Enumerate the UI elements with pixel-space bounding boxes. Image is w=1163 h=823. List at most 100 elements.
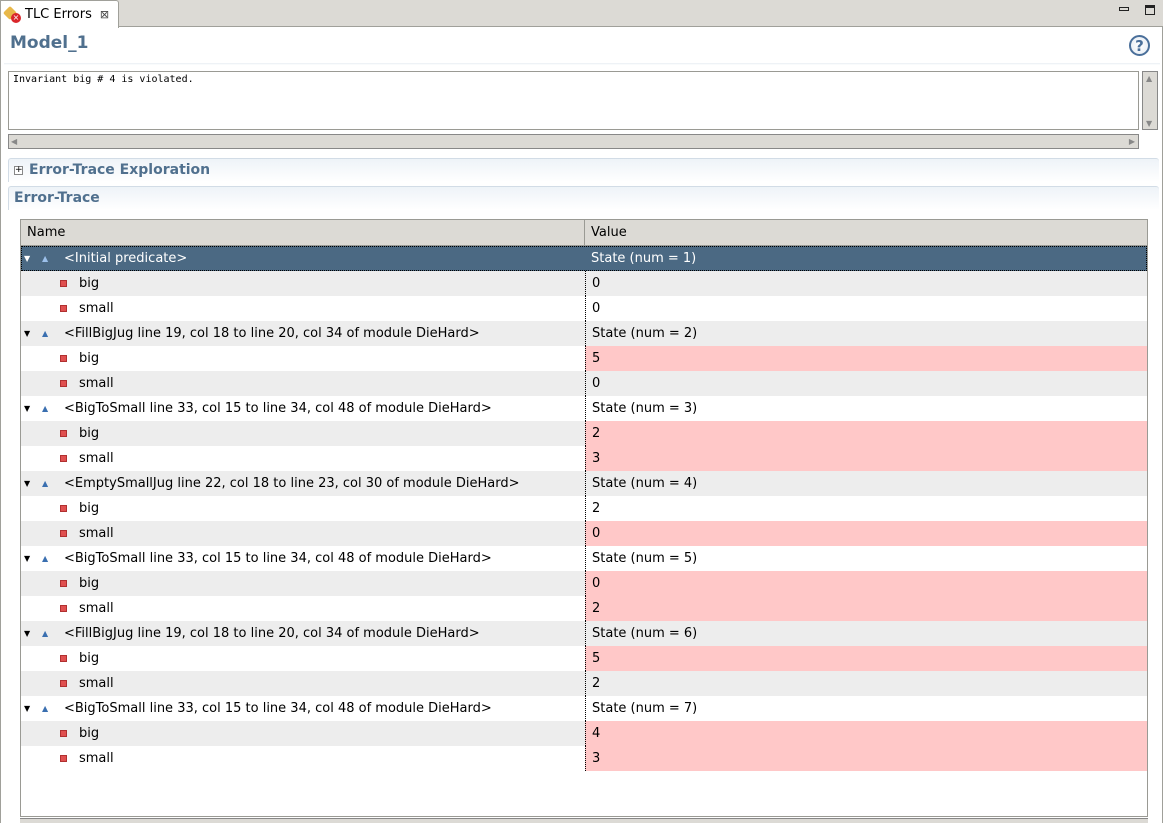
table-header: Name Value xyxy=(21,220,1147,246)
expand-triangle-icon[interactable]: ▼ xyxy=(24,546,30,571)
state-value: State (num = 3) xyxy=(585,396,1147,421)
vertical-scrollbar[interactable]: ▲ ▼ xyxy=(1142,71,1158,130)
variable-icon xyxy=(60,455,67,462)
variable-row[interactable]: big 2 xyxy=(21,496,1147,521)
state-row[interactable]: ▼ ▲ <FillBigJug line 19, col 18 to line 20… xyxy=(21,621,1147,646)
variable-icon xyxy=(60,280,67,287)
variable-value: 0 xyxy=(585,296,1147,321)
variable-row[interactable]: big 4 xyxy=(21,721,1147,746)
state-value: State (num = 2) xyxy=(585,321,1147,346)
variable-name: small xyxy=(79,376,114,391)
variable-value: 0 xyxy=(585,571,1147,596)
tab-tlc-errors[interactable]: × TLC Errors ⊠ xyxy=(0,0,119,28)
variable-row[interactable]: small 0 xyxy=(21,296,1147,321)
variable-name: small xyxy=(79,451,114,466)
section-title: Error-Trace xyxy=(14,190,100,206)
state-value: State (num = 6) xyxy=(585,621,1147,646)
expand-triangle-icon[interactable]: ▼ xyxy=(24,471,30,496)
state-icon: ▲ xyxy=(42,479,49,488)
scroll-up-icon[interactable]: ▲ xyxy=(1146,74,1152,83)
variable-name: big xyxy=(79,576,100,591)
variable-row[interactable]: small 0 xyxy=(21,371,1147,396)
variable-value: 2 xyxy=(585,596,1147,621)
state-row[interactable]: ▼ ▲ <BigToSmall line 33, col 15 to line 34… xyxy=(21,546,1147,571)
variable-icon xyxy=(60,355,67,362)
variable-name: small xyxy=(79,676,114,691)
maximize-button[interactable] xyxy=(1145,5,1155,15)
page-title: Model_1 xyxy=(10,33,89,53)
scroll-left-icon[interactable]: ◀ xyxy=(11,137,17,146)
variable-value: 5 xyxy=(585,646,1147,671)
state-name: <BigToSmall line 33, col 15 to line 34, … xyxy=(64,701,492,716)
variable-value: 4 xyxy=(585,721,1147,746)
expand-icon[interactable]: + xyxy=(14,165,23,175)
variable-row[interactable]: small 0 xyxy=(21,521,1147,546)
help-icon[interactable]: ? xyxy=(1129,35,1150,56)
variable-icon xyxy=(60,655,67,662)
state-row[interactable]: ▼ ▲ <Initial predicate> State (num = 1) xyxy=(21,246,1147,271)
variable-value: 3 xyxy=(585,446,1147,471)
state-name: <BigToSmall line 33, col 15 to line 34, … xyxy=(64,551,492,566)
minimize-button[interactable] xyxy=(1119,7,1129,11)
state-icon: ▲ xyxy=(42,629,49,638)
tlc-error-icon: × xyxy=(2,5,21,23)
column-header-value[interactable]: Value xyxy=(585,220,627,245)
state-name: <Initial predicate> xyxy=(64,251,188,266)
state-row[interactable]: ▼ ▲ <BigToSmall line 33, col 15 to line 34… xyxy=(21,696,1147,721)
variable-name: small xyxy=(79,751,114,766)
variable-row[interactable]: small 3 xyxy=(21,746,1147,771)
horizontal-scrollbar[interactable]: ◀ ▶ xyxy=(8,134,1139,149)
state-icon: ▲ xyxy=(42,254,49,263)
variable-row[interactable]: small 2 xyxy=(21,596,1147,621)
state-value: State (num = 5) xyxy=(585,546,1147,571)
bottom-scrollbar[interactable] xyxy=(20,818,1148,823)
variable-row[interactable]: big 5 xyxy=(21,346,1147,371)
close-icon[interactable]: ⊠ xyxy=(100,8,109,21)
state-icon: ▲ xyxy=(42,404,49,413)
variable-value: 5 xyxy=(585,346,1147,371)
tab-bar: × TLC Errors ⊠ xyxy=(0,0,1163,28)
error-trace-tree[interactable]: Name Value ▼ ▲ <Initial predicate> State (n… xyxy=(20,219,1148,817)
variable-name: big xyxy=(79,501,100,516)
state-row[interactable]: ▼ ▲ <EmptySmallJug line 22, col 18 to line… xyxy=(21,471,1147,496)
variable-name: big xyxy=(79,726,100,741)
variable-icon xyxy=(60,380,67,387)
expand-triangle-icon[interactable]: ▼ xyxy=(24,246,30,271)
variable-row[interactable]: big 0 xyxy=(21,571,1147,596)
scroll-down-icon[interactable]: ▼ xyxy=(1146,119,1152,128)
state-name: <FillBigJug line 19, col 18 to line 20, … xyxy=(64,326,480,341)
variable-value: 2 xyxy=(585,496,1147,521)
state-icon: ▲ xyxy=(42,704,49,713)
error-trace-section: Error-Trace xyxy=(8,186,1159,210)
state-icon: ▲ xyxy=(42,329,49,338)
variable-name: big xyxy=(79,426,100,441)
column-header-name[interactable]: Name xyxy=(21,220,65,245)
state-row[interactable]: ▼ ▲ <BigToSmall line 33, col 15 to line 34… xyxy=(21,396,1147,421)
state-name: <BigToSmall line 33, col 15 to line 34, … xyxy=(64,401,492,416)
variable-row[interactable]: big 2 xyxy=(21,421,1147,446)
state-row[interactable]: ▼ ▲ <FillBigJug line 19, col 18 to line 20… xyxy=(21,321,1147,346)
tab-title: TLC Errors xyxy=(25,7,92,22)
variable-value: 0 xyxy=(585,271,1147,296)
variable-icon xyxy=(60,430,67,437)
variable-row[interactable]: small 2 xyxy=(21,671,1147,696)
expand-triangle-icon[interactable]: ▼ xyxy=(24,621,30,646)
variable-icon xyxy=(60,755,67,762)
error-message-text[interactable]: Invariant big # 4 is violated. xyxy=(8,71,1139,130)
scroll-right-icon[interactable]: ▶ xyxy=(1129,137,1135,146)
variable-icon xyxy=(60,605,67,612)
state-value: State (num = 4) xyxy=(585,471,1147,496)
variable-icon xyxy=(60,730,67,737)
expand-triangle-icon[interactable]: ▼ xyxy=(24,696,30,721)
variable-name: small xyxy=(79,601,114,616)
variable-row[interactable]: small 3 xyxy=(21,446,1147,471)
expand-triangle-icon[interactable]: ▼ xyxy=(24,321,30,346)
variable-row[interactable]: big 5 xyxy=(21,646,1147,671)
variable-icon xyxy=(60,680,67,687)
variable-name: big xyxy=(79,276,100,291)
variable-row[interactable]: big 0 xyxy=(21,271,1147,296)
state-value: State (num = 1) xyxy=(591,251,697,266)
section-title: Error-Trace Exploration xyxy=(29,162,211,178)
expand-triangle-icon[interactable]: ▼ xyxy=(24,396,30,421)
error-trace-exploration-section[interactable]: + Error-Trace Exploration xyxy=(8,158,1159,182)
